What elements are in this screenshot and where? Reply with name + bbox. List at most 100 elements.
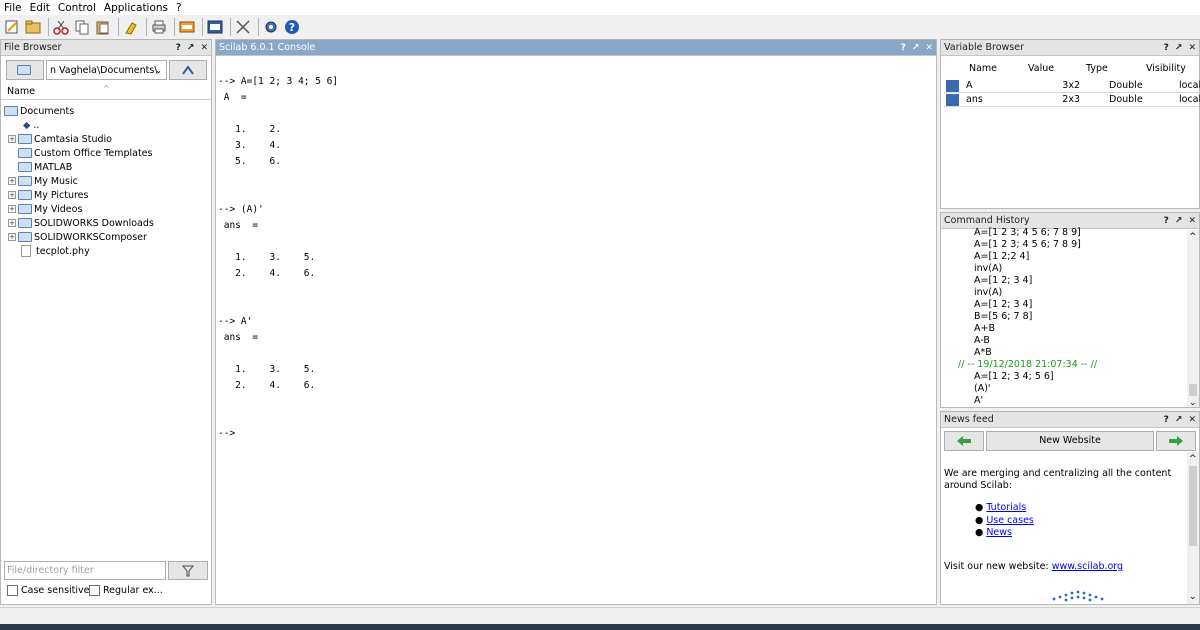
menu-applications[interactable]: Applications [100,2,172,14]
undock-icon[interactable]: ↗ [1175,216,1183,226]
expand-icon[interactable]: + [8,135,16,143]
previous-news-button[interactable] [944,431,984,451]
case-sensitive-checkbox[interactable]: Case sensitive [7,585,90,596]
expand-icon[interactable]: + [8,205,16,213]
history-entry[interactable]: (A)' [946,383,1186,395]
history-entry[interactable]: A' [946,395,1186,407]
scilab-website-link[interactable]: www.scilab.org [1052,561,1123,572]
help-icon[interactable]: ? [1164,216,1169,226]
scroll-down-icon[interactable]: ⌄ [1189,592,1197,602]
print-icon[interactable] [150,18,168,36]
checkbox-box[interactable] [7,585,18,596]
open-file-icon[interactable] [24,18,42,36]
expand-icon[interactable]: + [8,219,16,227]
close-icon[interactable]: ✕ [1188,43,1196,53]
history-scrollbar[interactable]: ^ ⌄ [1187,230,1199,407]
folder-button[interactable] [6,60,44,80]
history-entry[interactable]: A=[1 2;2 4] [946,251,1186,263]
tree-root[interactable]: Documents [4,104,74,118]
expand-icon[interactable]: + [8,177,16,185]
console-panel[interactable]: Scilab 6.0.1 Console ? ↗ ✕ --> A=[1 2; 3 4… [215,39,937,605]
close-icon[interactable]: ✕ [925,43,933,53]
tree-item[interactable]: + SOLIDWORKS Downloads [8,216,154,230]
scroll-thumb[interactable] [1189,384,1197,396]
expand-icon[interactable]: + [8,233,16,241]
table-row[interactable]: ans 2x3 Double local [944,94,1200,107]
history-entry[interactable]: A=[1 2; 3 4] [946,275,1186,287]
tree-item[interactable]: + My Music [8,174,78,188]
regular-expression-checkbox[interactable]: Regular ex... [89,585,163,596]
menu-control[interactable]: Control [54,2,100,14]
column-header-visibility[interactable]: Visibility [1146,63,1186,74]
history-session-header[interactable]: // -- 19/12/2018 21:07:34 -- // [946,359,1186,371]
scroll-up-icon[interactable]: ^ [1189,454,1197,464]
history-entry[interactable]: A=[1 2; 3 4] [946,299,1186,311]
tutorials-link[interactable]: Tutorials [986,502,1026,513]
cut-icon[interactable] [52,18,70,36]
command-history-list[interactable]: A=[1 2 3; 4 5 6; 7 8 9] A=[1 2 3; 4 5 6; … [946,227,1186,407]
console-line: 1. 3. 5. [218,364,316,375]
help-icon[interactable]: ? [283,18,301,36]
close-icon[interactable]: ✕ [200,43,208,53]
history-entry[interactable]: inv(A) [946,287,1186,299]
modules-icon[interactable] [234,18,252,36]
tree-item[interactable]: tecplot.phy [21,244,90,258]
news-scrollbar[interactable]: ^ ⌄ [1187,452,1199,604]
help-icon[interactable]: ? [901,43,906,53]
use-cases-link[interactable]: Use cases [986,515,1034,526]
copy-icon[interactable] [73,18,91,36]
parent-directory-button[interactable] [169,60,207,80]
gear-icon[interactable] [262,18,280,36]
help-icon[interactable]: ? [1164,415,1169,425]
tree-item[interactable]: + My Pictures [8,188,88,202]
undock-icon[interactable]: ↗ [1175,43,1183,53]
tree-item[interactable]: + My Videos [8,202,82,216]
close-icon[interactable]: ✕ [1188,216,1196,226]
news-link[interactable]: News [986,527,1012,538]
help-icon[interactable]: ? [176,43,181,53]
next-news-button[interactable] [1156,431,1196,451]
tree-item[interactable]: Custom Office Templates [18,146,152,160]
scroll-down-icon[interactable]: ⌄ [1189,398,1197,407]
column-header-type[interactable]: Type [1086,63,1108,74]
console-output[interactable]: --> A=[1 2; 3 4; 5 6] A = 1. 2. 3. 4. 5.… [218,58,338,442]
table-row[interactable]: A 3x2 Double local [944,80,1200,93]
filter-button[interactable] [168,561,208,580]
tree-item[interactable]: + SOLIDWORKSComposer [8,230,147,244]
column-header-value[interactable]: Value [1028,63,1054,74]
tree-item[interactable]: MATLAB [18,160,72,174]
paste-icon[interactable] [94,18,112,36]
scroll-thumb[interactable] [1189,466,1197,546]
close-icon[interactable]: ✕ [1188,415,1196,425]
list-item: ● News [975,527,1012,538]
menu-help[interactable]: ? [172,2,186,14]
filter-input[interactable]: File/directory filter [4,561,166,580]
tree-item-parent[interactable]: ◆.. [23,118,39,132]
expand-icon[interactable]: + [8,191,16,199]
history-entry[interactable]: A*B [946,347,1186,359]
history-entry[interactable]: A=[1 2 3; 4 5 6; 7 8 9] [946,239,1186,251]
history-entry[interactable]: A=[1 2; 3 4; 5 6] [946,371,1186,383]
history-entry[interactable]: A+B [946,323,1186,335]
scroll-up-icon[interactable]: ^ [1189,232,1197,242]
path-combobox[interactable]: n Vaghela\Documents\ ⌄ [46,60,167,80]
checkbox-box[interactable] [89,585,100,596]
new-file-icon[interactable] [3,18,21,36]
tree-item[interactable]: + Camtasia Studio [8,132,112,146]
menu-file[interactable]: File [0,2,26,14]
menu-edit[interactable]: Edit [26,2,54,14]
xcos-icon[interactable] [178,18,196,36]
undock-icon[interactable]: ↗ [912,43,920,53]
history-entry[interactable]: B=[5 6; 7 8] [946,311,1186,323]
history-entry[interactable]: A-B [946,335,1186,347]
history-entry[interactable]: A=[1 2 3; 4 5 6; 7 8 9] [946,227,1186,239]
column-header-name[interactable]: Name [969,63,997,74]
help-icon[interactable]: ? [1164,43,1169,53]
clear-console-icon[interactable] [122,18,140,36]
name-column-header[interactable]: Name ^ [1,84,211,100]
history-entry[interactable]: inv(A) [946,263,1186,275]
undock-icon[interactable]: ↗ [1175,415,1183,425]
applications-icon[interactable] [206,18,224,36]
undock-icon[interactable]: ↗ [187,43,195,53]
new-website-button[interactable]: New Website [986,431,1154,451]
